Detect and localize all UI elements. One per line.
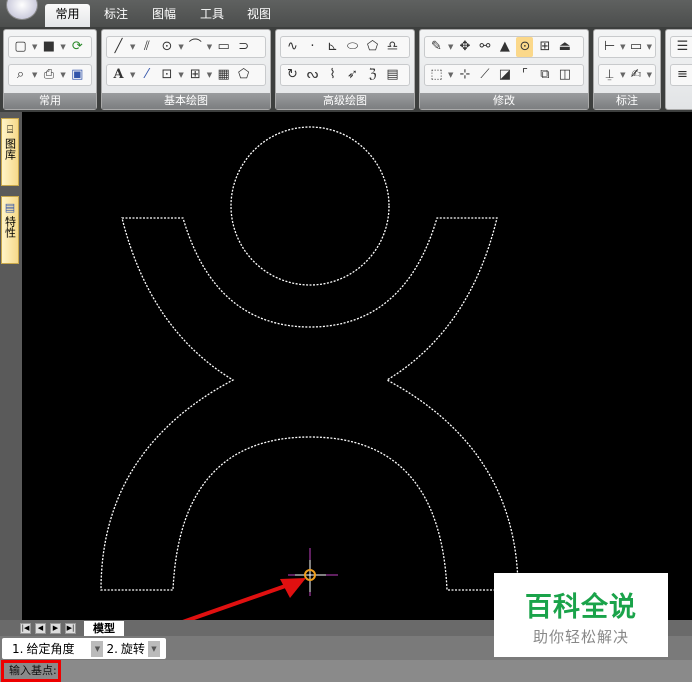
option1-number: 1. [12,641,24,656]
zoom-icon[interactable]: ⌕ [12,65,29,85]
break-icon[interactable]: ⌇ [324,65,341,85]
side-tab-library[interactable]: ⌸ 图库 [1,118,19,186]
angle-icon[interactable]: ⊾ [324,37,341,57]
first-tab-button[interactable]: |◀ [20,623,31,634]
lineweight-icon[interactable]: ≡ [674,65,691,85]
group-common: ▢ ▼ ■ ▼ ⟳ ⌕ ▼ ⎙ ▼ ▣ 常用 [3,29,97,110]
tab-model[interactable]: 模型 [84,621,124,636]
window-icon[interactable]: ▣ [69,65,86,85]
explode-icon[interactable]: ⧉ [536,65,553,85]
polygon-icon[interactable]: ⬠ [364,37,381,57]
group-label: 基本绘图 [102,93,270,109]
library-icon: ⌸ [6,123,14,136]
polyline-icon[interactable]: ⊃ [235,37,252,57]
insert-icon[interactable]: ⊞ [187,65,204,85]
save-icon[interactable]: ■ [40,37,57,57]
command-prompt: 输入基点: [1,660,61,682]
linear-dim-icon[interactable]: ⊢ [602,37,617,57]
copy-icon[interactable]: ⚯ [476,37,493,57]
group-dimension: ⊢ ▼ ▭ ▼ ⍊ ▼ ✍ ▼ 标注 [593,29,661,110]
dim-style-icon[interactable]: ▭ [629,37,644,57]
drawing-canvas[interactable] [22,112,692,667]
side-tab-label: 图库 [3,138,17,160]
drawing [59,126,519,667]
watermark: 百科全说 助你轻松解决 [494,573,668,657]
crop-icon[interactable]: ⬚ [428,65,445,85]
rotate3d-icon[interactable]: ↻ [284,65,301,85]
properties-icon: ▤ [4,201,16,214]
annotation-arrow [59,578,306,667]
status-bar: 输入基点: [0,660,692,682]
coord-dim-icon[interactable]: ⍊ [602,65,617,85]
app-logo[interactable] [6,0,38,20]
tab-common[interactable]: 常用 [45,4,90,27]
export-icon[interactable]: ⎙ [40,65,57,85]
title-bar: 常用 标注 图幅 工具 视图 [0,0,692,27]
prev-tab-button[interactable]: ◀ [35,623,46,634]
tab-view[interactable]: 视图 [245,4,273,27]
spline-icon[interactable]: ∿ [284,37,301,57]
annotate-icon[interactable]: ✍ [629,65,644,85]
angle-mode-select[interactable]: 给定角度 [26,640,88,657]
tab-dimension[interactable]: 标注 [102,4,130,27]
watermark-title: 百科全说 [525,592,637,623]
offset-icon[interactable]: ◫ [556,65,573,85]
option2-number: 2. [106,641,118,656]
circle-icon[interactable]: ⊙ [158,37,175,57]
parallel-icon[interactable]: ⫽ [138,37,155,57]
rect-icon[interactable]: ▭ [215,37,232,57]
side-panel: ⌸ 图库 ▤ 特性 [0,112,22,622]
command-options: 1. 给定角度 ▼ 2. 旋转 ▼ [2,638,166,659]
group-label: 标注 [594,93,660,109]
curve-icon[interactable]: ℨ [364,65,381,85]
erase-icon[interactable]: ✎ [428,37,445,57]
group-more: ☰ ≡ [665,29,692,110]
region-icon[interactable]: ⬠ [235,65,252,85]
text-icon[interactable]: A [110,65,127,85]
chevron-down-icon[interactable]: ▼ [147,640,160,657]
rotate-mode-select[interactable]: 旋转 [121,640,145,657]
group-modify: ✎ ▼ ✥ ⚯ ▲ ⊙ ⊞ ⏏ ⬚ ▼ ⊹ ⟋ ◪ ⌜ ⧉ ◫ 修改 [419,29,589,110]
properties-icon[interactable]: ☰ [674,37,691,57]
watermark-subtitle: 助你轻松解决 [532,628,629,646]
centerline-icon[interactable]: ⁄ [138,65,155,85]
ellipse-icon[interactable]: ⬭ [344,37,361,57]
group-basic-draw: ╱ ▼ ⫽ ⊙ ▼ ⌒ ▼ ▭ ⊃ A ▼ ⁄ ⊡ ▼ ⊞ ▼ ▦ ⬠ 基本绘图 [101,29,271,110]
new-icon[interactable]: ▢ [12,37,29,57]
block-icon[interactable]: ⊡ [158,65,175,85]
refresh-icon[interactable]: ⟳ [69,37,86,57]
side-tab-properties[interactable]: ▤ 特性 [1,196,19,264]
part-icon[interactable]: ▤ [384,65,401,85]
chevron-down-icon[interactable]: ▼ [91,640,104,657]
group-label: 修改 [420,93,588,109]
ribbon: ▢ ▼ ■ ▼ ⟳ ⌕ ▼ ⎙ ▼ ▣ 常用 ╱ ▼ ⫽ ⊙ ▼ ⌒ ▼ ▭ ⊃ A ▼ ⁄ ⊡ ▼ ⊞ ▼ ▦ ⬠ 基本绘图 … [0,27,692,112]
next-tab-button[interactable]: ▶ [50,623,61,634]
arrow-icon[interactable]: ➶ [344,65,361,85]
extend-icon[interactable]: ⟋ [476,65,493,85]
group-label: 常用 [4,93,96,109]
wave-icon[interactable]: ᔓ [304,65,321,85]
scale-icon[interactable]: ◪ [496,65,513,85]
tab-frame[interactable]: 图幅 [150,4,178,27]
point-icon[interactable]: · [304,37,321,57]
group-advanced-draw: ∿ · ⊾ ⬭ ⬠ ♎ ↻ ᔓ ⌇ ➶ ℨ ▤ 高级绘图 [275,29,415,110]
selected-figure-body[interactable] [100,217,519,591]
stretch-icon[interactable]: ⏏ [556,37,573,57]
line-icon[interactable]: ╱ [110,37,127,57]
tab-tools[interactable]: 工具 [198,4,226,27]
hatch-icon[interactable]: ▦ [215,65,232,85]
pattern-icon[interactable]: ♎ [384,37,401,57]
fillet-icon[interactable]: ⌜ [516,65,533,85]
rotate-icon[interactable]: ⊙ [516,37,534,57]
array-icon[interactable]: ⊞ [536,37,553,57]
mirror-icon[interactable]: ▲ [496,37,513,57]
last-tab-button[interactable]: ▶| [65,623,76,634]
move-icon[interactable]: ✥ [456,37,473,57]
arc-icon[interactable]: ⌒ [187,37,204,57]
trim-icon[interactable]: ⊹ [456,65,473,85]
group-label: 高级绘图 [276,93,414,109]
side-tab-label: 特性 [3,216,17,238]
selected-circle[interactable] [230,126,390,286]
